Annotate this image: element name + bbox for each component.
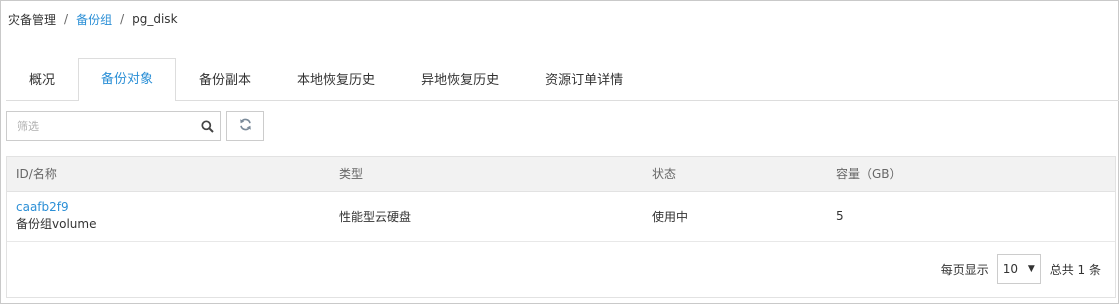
breadcrumb: 灾备管理 / 备份组 / pg_disk — [8, 11, 178, 27]
volume-id-link[interactable]: caafb2f9 — [16, 199, 330, 216]
column-header-capacity: 容量（GB） — [827, 157, 1115, 192]
breadcrumb-separator: / — [120, 12, 125, 26]
table-header-row: ID/名称 类型 状态 容量（GB） — [7, 157, 1115, 192]
refresh-button[interactable] — [226, 111, 264, 141]
refresh-icon — [239, 118, 252, 134]
breadcrumb-item-current: pg_disk — [132, 12, 178, 26]
pagination: 每页显示 10 ▼ 总共 1 条 — [941, 254, 1101, 284]
tab-backup-copies[interactable]: 备份副本 — [176, 59, 274, 100]
breadcrumb-separator: / — [64, 12, 69, 26]
tab-backup-objects[interactable]: 备份对象 — [78, 58, 177, 101]
tab-remote-restore-history[interactable]: 异地恢复历史 — [398, 59, 522, 100]
column-header-status: 状态 — [643, 157, 827, 192]
column-header-type: 类型 — [330, 157, 643, 192]
cell-id-name: caafb2f9 备份组volume — [7, 191, 330, 242]
cell-capacity: 5 — [827, 191, 1115, 242]
volume-name: 备份组volume — [16, 217, 97, 231]
cell-status: 使用中 — [643, 191, 827, 242]
breadcrumb-item-backup-group[interactable]: 备份组 — [76, 11, 112, 28]
tab-bar: 概况 备份对象 备份副本 本地恢复历史 异地恢复历史 资源订单详情 — [6, 58, 1119, 101]
per-page-value: 10 — [1002, 262, 1019, 276]
search-box — [6, 111, 221, 141]
column-header-id-name: ID/名称 — [7, 157, 330, 192]
toolbar — [6, 111, 264, 141]
cell-type: 性能型云硬盘 — [330, 191, 643, 242]
tab-overview[interactable]: 概况 — [6, 59, 78, 100]
tab-local-restore-history[interactable]: 本地恢复历史 — [274, 59, 398, 100]
breadcrumb-item-root[interactable]: 灾备管理 — [8, 11, 56, 28]
total-count: 总共 1 条 — [1049, 262, 1101, 277]
table-row: caafb2f9 备份组volume 性能型云硬盘 使用中 5 — [7, 191, 1115, 242]
search-icon[interactable] — [194, 112, 220, 140]
per-page-label: 每页显示 — [940, 262, 989, 277]
tab-resource-order-details[interactable]: 资源订单详情 — [522, 59, 646, 100]
search-input[interactable] — [7, 113, 194, 139]
per-page-select[interactable]: 10 ▼ — [996, 254, 1041, 284]
chevron-down-icon: ▼ — [1027, 264, 1035, 274]
